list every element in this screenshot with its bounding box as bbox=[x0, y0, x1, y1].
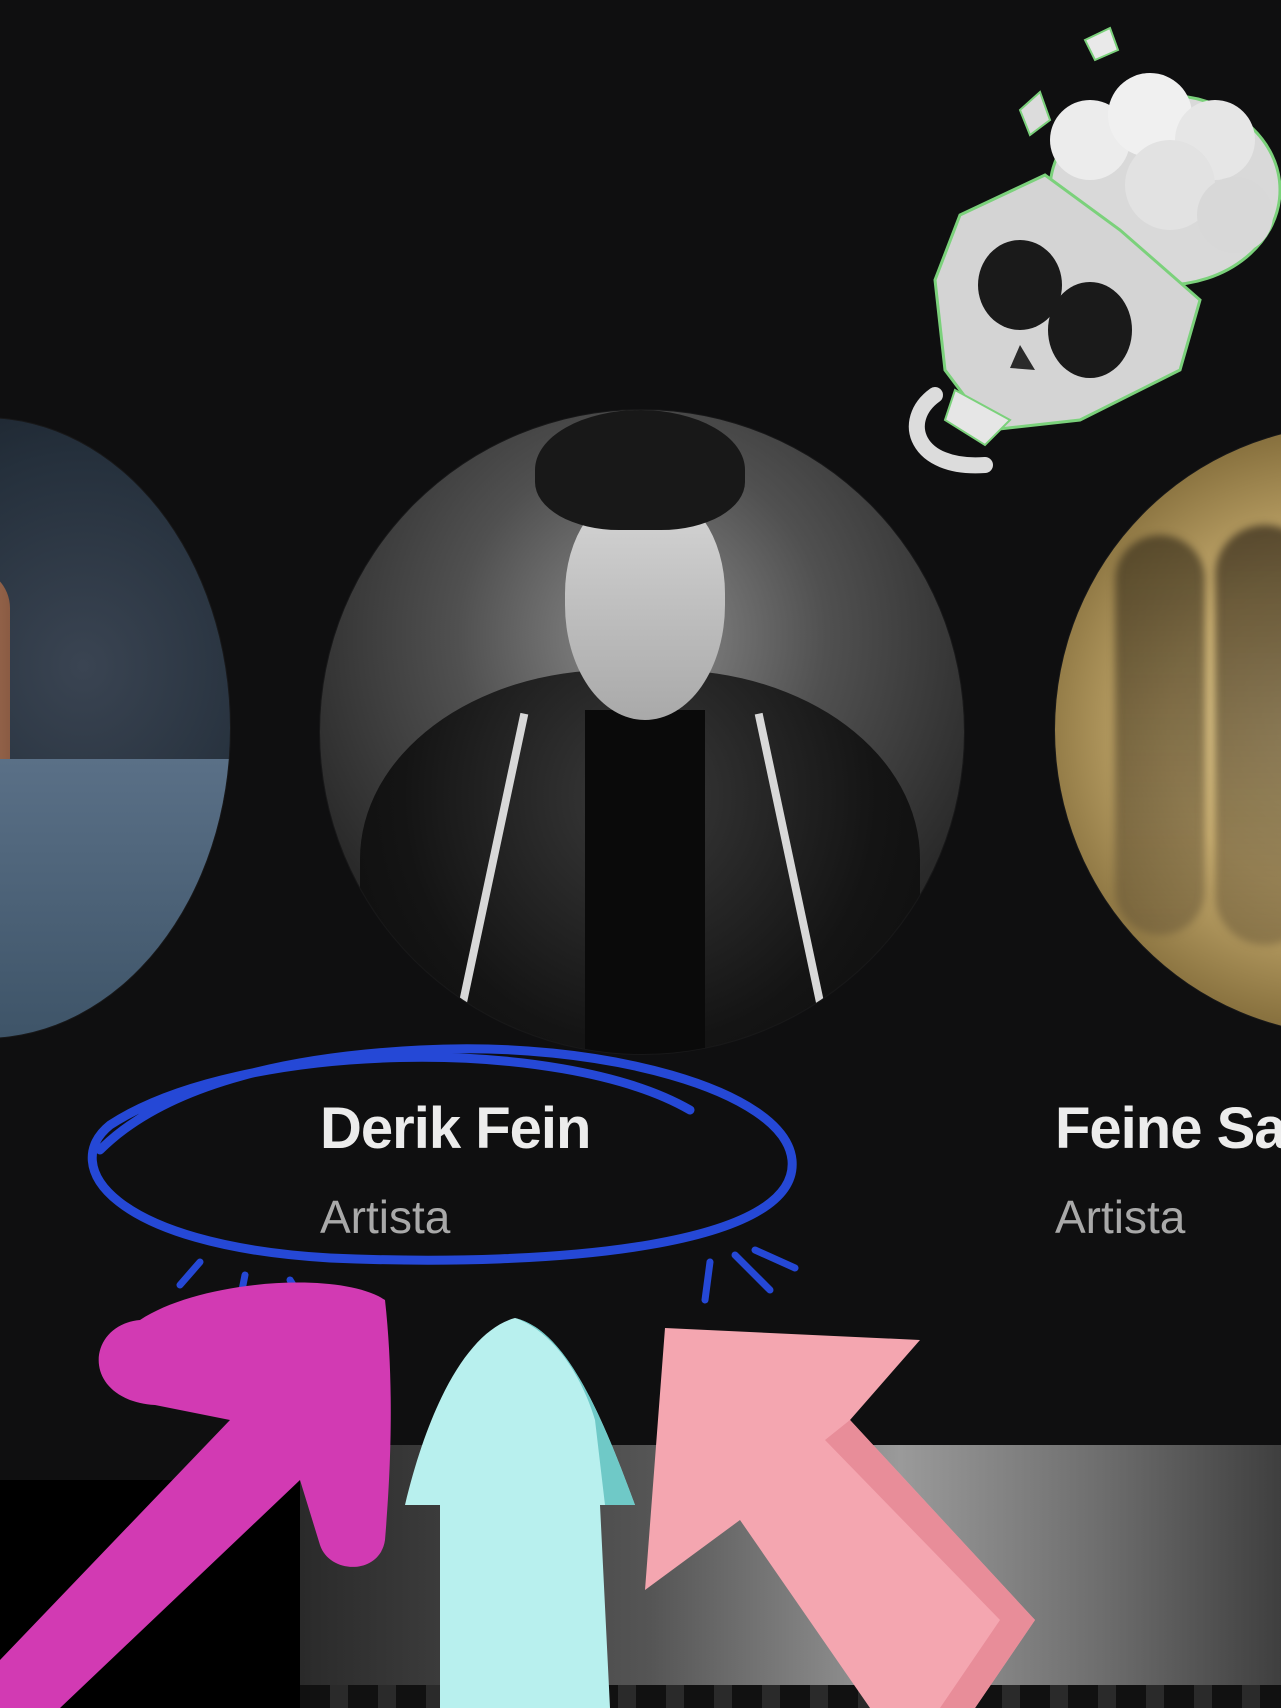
cyan-arrow-icon bbox=[405, 1318, 635, 1708]
annotation-overlay bbox=[0, 26, 1281, 1708]
artist-carousel: Derik Fein Artista Feine Sa Artista bbox=[0, 0, 1281, 1708]
hand-drawn-circle-icon bbox=[87, 1044, 799, 1316]
skull-emoji-icon bbox=[909, 26, 1281, 474]
pink-arrow-icon bbox=[645, 1328, 1035, 1708]
magenta-arrow-icon bbox=[0, 1282, 391, 1708]
